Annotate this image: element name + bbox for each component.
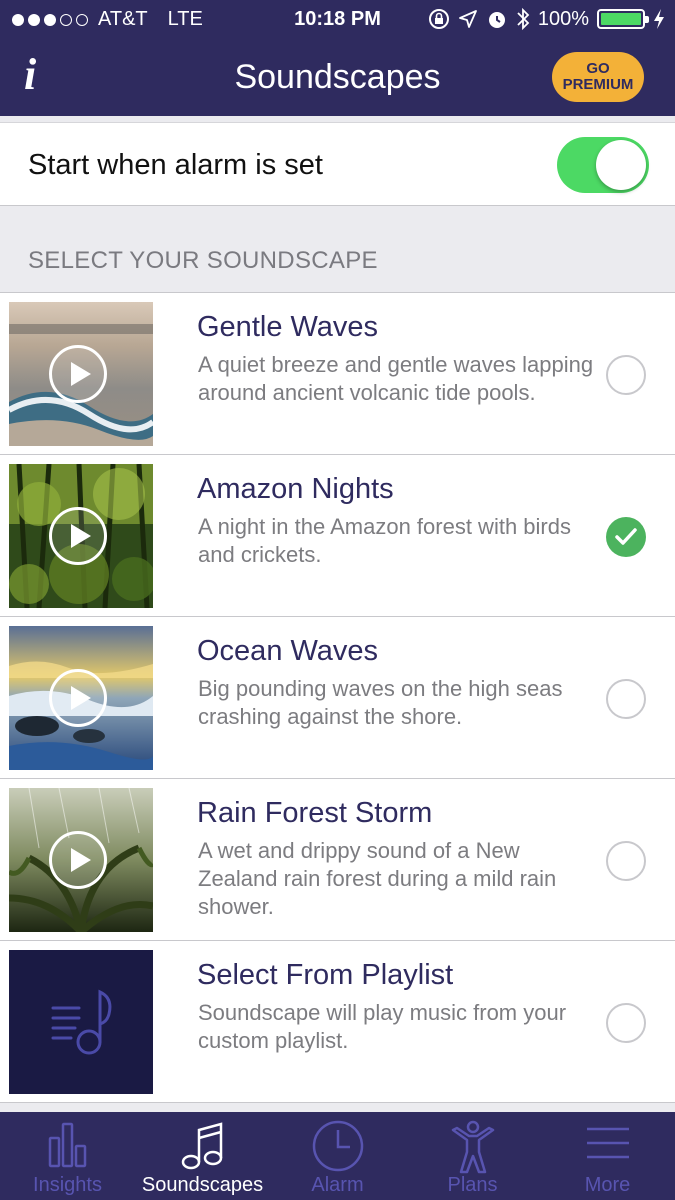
tab-more[interactable]: More [540,1112,675,1200]
bluetooth-icon [517,7,530,31]
charging-icon [654,9,664,29]
switch-knob [596,140,646,190]
gentle-waves-thumbnail [9,302,153,446]
soundscape-item-amazon-nights[interactable]: Amazon Nights A night in the Amazon fore… [0,455,675,617]
tab-label: Alarm [311,1174,364,1196]
radio-unselected-icon[interactable] [606,1003,646,1043]
menu-icon [586,1127,629,1159]
tab-bar: Insights Soundscapes Alarm Plans More [0,1112,675,1200]
soundscape-list: Gentle Waves A quiet breeze and gentle w… [0,292,675,1103]
soundscape-description: Soundscape will play music from your cus… [198,1000,567,1053]
nav-bar: i Soundscapes GO PREMIUM [0,40,675,116]
alarm-toggle-row: Start when alarm is set [0,122,675,206]
radio-unselected-icon[interactable] [606,679,646,719]
soundscape-title: Amazon Nights [197,473,394,505]
clock-icon [312,1120,363,1172]
tab-plans[interactable]: Plans [405,1112,540,1200]
battery-percent: 100% [537,7,589,30]
status-icons: 100% [428,7,665,31]
soundscape-description: A wet and drippy sound of a New Zealand … [198,838,557,919]
alarm-icon [488,12,505,28]
tab-label: Soundscapes [141,1174,264,1196]
music-note-icon [181,1122,222,1170]
radio-unselected-icon[interactable] [606,355,646,395]
soundscape-title: Rain Forest Storm [197,797,433,829]
playlist-music-icon [51,989,112,1055]
section-header: SELECT YOUR SOUNDSCAPE [28,247,378,274]
ocean-waves-thumbnail [9,626,153,770]
soundscape-description: A night in the Amazon forest with birds … [198,514,571,567]
tab-insights[interactable]: Insights [0,1112,135,1200]
bar-chart-icon [48,1122,86,1168]
amazon-nights-thumbnail [9,464,153,608]
tab-soundscapes[interactable]: Soundscapes [135,1112,270,1200]
top-bar: AT&T LTE 10:18 PM 100% i Soundscapes GO P… [0,0,675,116]
battery-icon [597,9,649,29]
person-icon [451,1120,494,1174]
go-premium-button[interactable]: GO PREMIUM [552,52,644,102]
status-bar: AT&T LTE 10:18 PM 100% [0,0,675,40]
soundscape-title: Gentle Waves [197,311,379,343]
soundscape-item-rain-forest-storm[interactable]: Rain Forest Storm A wet and drippy sound… [0,779,675,941]
tab-label: Insights [33,1174,102,1196]
play-icon[interactable] [49,345,107,403]
rain-forest-storm-thumbnail [9,788,153,932]
play-icon[interactable] [49,507,107,565]
soundscape-item-ocean-waves[interactable]: Ocean Waves Big pounding waves on the hi… [0,617,675,779]
soundscape-title: Ocean Waves [197,635,379,667]
soundscape-title: Select From Playlist [197,959,454,991]
playlist-thumbnail [9,950,153,1094]
soundscape-description: A quiet breeze and gentle waves lapping … [198,352,594,405]
radio-checked-icon[interactable] [606,517,646,557]
soundscape-description: Big pounding waves on the high seas cras… [198,676,563,729]
soundscape-item-gentle-waves[interactable]: Gentle Waves A quiet breeze and gentle w… [0,293,675,455]
radio-unselected-icon[interactable] [606,841,646,881]
lock-rotation-icon [428,9,449,29]
tab-alarm[interactable]: Alarm [270,1112,405,1200]
tab-label: Plans [447,1174,498,1196]
alarm-toggle-label: Start when alarm is set [28,149,323,181]
play-icon[interactable] [49,669,107,727]
tab-label: More [584,1174,631,1196]
alarm-toggle-switch[interactable] [557,137,649,193]
play-icon[interactable] [49,831,107,889]
soundscape-item-playlist[interactable]: Select From Playlist Soundscape will pla… [0,941,675,1103]
location-icon [458,10,477,28]
